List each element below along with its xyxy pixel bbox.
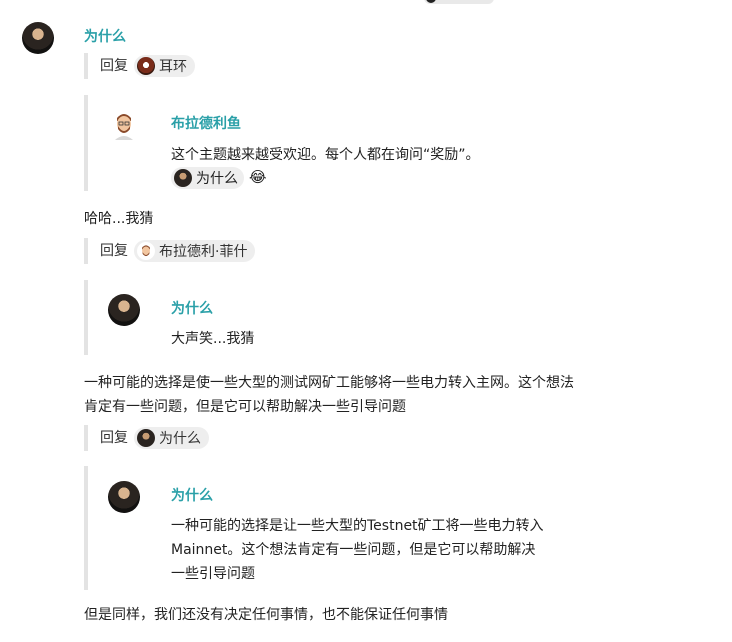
reply-label: 回复 xyxy=(100,58,128,74)
author-avatar[interactable] xyxy=(22,22,54,54)
quote-text-line: 一种可能的选择是让一些大型的Testnet矿工将一些电力转入 xyxy=(171,518,544,534)
reply-to-chip[interactable]: 布拉德利·菲什 xyxy=(134,240,256,262)
post-body: 哈哈...我猜 xyxy=(84,211,154,227)
quote-text-line: 一些引导问题 xyxy=(171,566,255,582)
reply-label: 回复 xyxy=(100,430,128,446)
reply-indicator-bar xyxy=(84,425,88,451)
post-body-line: 肯定有一些问题，但是它可以帮助解决一些引导问题 xyxy=(84,399,406,415)
reply-label: 回复 xyxy=(100,243,128,259)
author-name[interactable]: 为什么 xyxy=(84,26,126,46)
quoted-author-avatar[interactable] xyxy=(108,481,140,513)
reply-to-chip[interactable]: 为什么 xyxy=(134,427,209,449)
reply-indicator-bar xyxy=(84,53,88,79)
reply-indicator-bar xyxy=(84,238,88,264)
reply-to-user: 布拉德利·菲什 xyxy=(159,244,248,260)
reaction-chip[interactable]: 为什么 xyxy=(171,167,244,189)
quoted-author-avatar[interactable] xyxy=(108,108,140,140)
reaction-user: 为什么 xyxy=(196,171,238,187)
post-body-line: 一种可能的选择是使一些大型的测试网矿工能够将一些电力转入主网。这个想法 xyxy=(84,375,574,391)
reply-to-chip[interactable]: 耳环 xyxy=(134,55,195,77)
quoted-author-name[interactable]: 为什么 xyxy=(171,298,213,318)
user-avatar xyxy=(174,169,192,187)
user-avatar xyxy=(137,242,155,260)
quote-text-line: Mainnet。这个想法肯定有一些问题，但是它可以帮助解决 xyxy=(171,542,536,558)
quote-text: 这个主题越来越受欢迎。每个人都在询问“奖励”。 xyxy=(171,147,480,163)
reply-to-user: 为什么 xyxy=(159,431,201,447)
user-avatar xyxy=(137,57,155,75)
quote-text: 大声笑...我猜 xyxy=(171,331,255,347)
quoted-author-name[interactable]: 为什么 xyxy=(171,485,213,505)
reply-to-user: 耳环 xyxy=(159,59,187,75)
user-avatar xyxy=(137,429,155,447)
laugh-emoji-icon[interactable]: 😂 xyxy=(249,168,267,186)
quoted-author-name[interactable]: 布拉德利鱼 xyxy=(171,113,241,133)
avatar xyxy=(426,0,436,3)
post-body: 但是同样，我们还没有决定任何事情，也不能保证任何事情 xyxy=(84,607,448,623)
quoted-author-avatar[interactable] xyxy=(108,294,140,326)
top-partial-chip xyxy=(424,0,494,4)
